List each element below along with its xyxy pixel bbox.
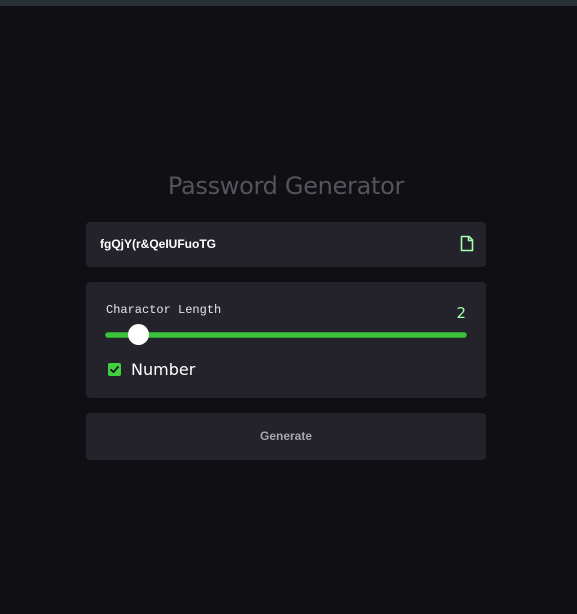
page-title: Password Generator: [167, 172, 405, 200]
character-length-slider[interactable]: [106, 324, 466, 345]
checkmark-icon: [110, 366, 119, 373]
copy-icon[interactable]: [460, 235, 474, 252]
slider-thumb[interactable]: [128, 324, 150, 345]
password-output-box: fgQjY(r&QeIUFuoTG: [86, 222, 486, 267]
window-top-strip: [0, 0, 577, 6]
settings-panel: Charactor Length 2 Number: [86, 282, 486, 398]
character-length-value: 2: [456, 304, 466, 322]
number-checkbox[interactable]: [108, 363, 121, 376]
number-checkbox-label: Number: [131, 360, 196, 379]
character-length-label: Charactor Length: [106, 303, 222, 317]
generate-button[interactable]: Generate: [86, 413, 486, 460]
password-output-text: fgQjY(r&QeIUFuoTG: [100, 237, 216, 251]
